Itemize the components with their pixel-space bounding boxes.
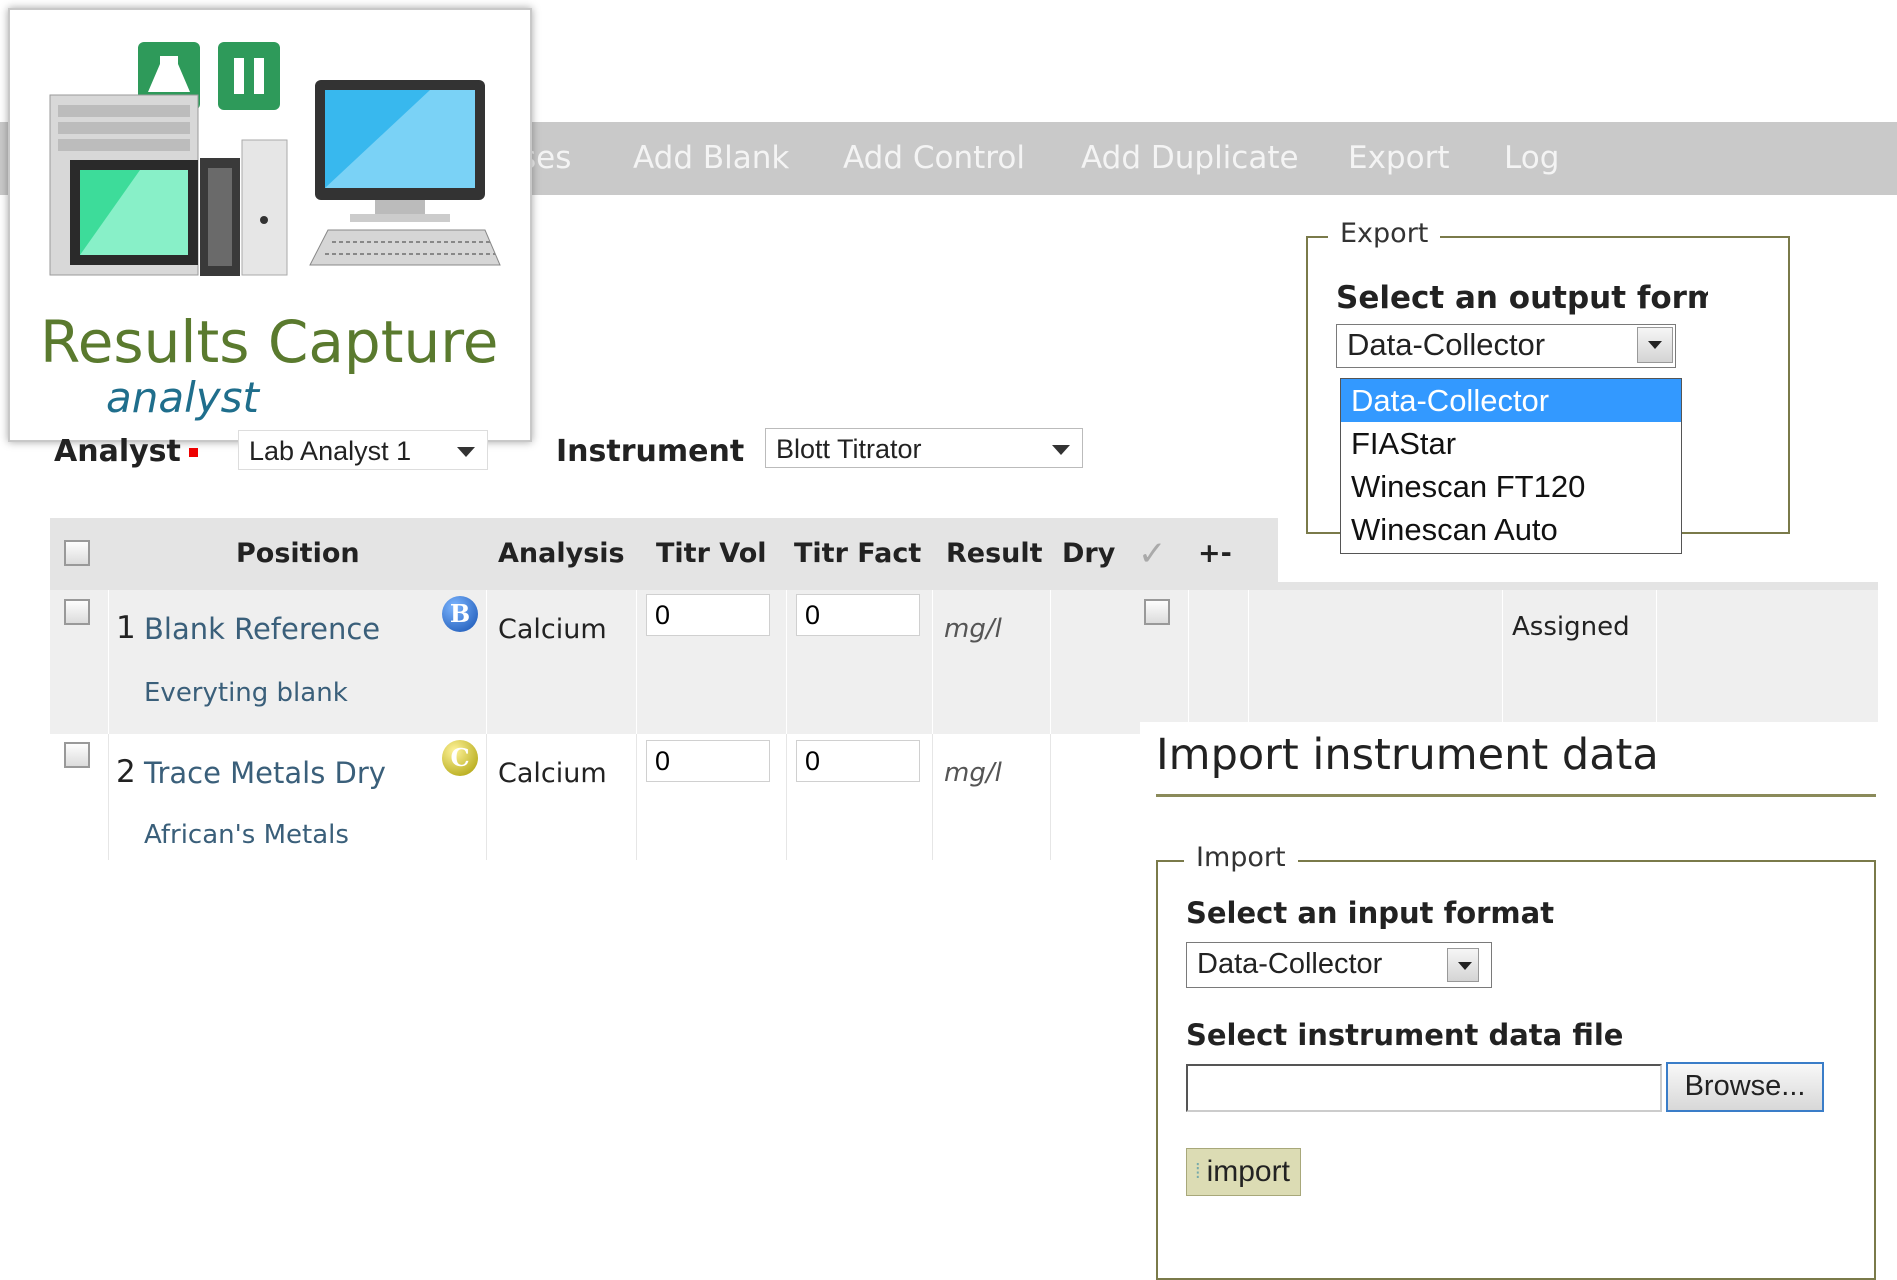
output-format-select[interactable]: Data-Collector: [1336, 324, 1676, 368]
instrument-label: Instrument: [556, 434, 745, 469]
option-winescan-auto[interactable]: Winescan Auto: [1341, 508, 1681, 551]
row-position-number: 2: [116, 754, 136, 790]
control-badge-icon: C: [442, 740, 478, 776]
import-button[interactable]: ⁞ import: [1186, 1148, 1301, 1196]
menu-item-add-blank[interactable]: Add Blank: [633, 122, 789, 195]
export-legend: Export: [1328, 218, 1441, 249]
data-file-heading: Select instrument data file: [1186, 1018, 1624, 1052]
header-dry[interactable]: Dry: [1062, 518, 1115, 590]
sample-link[interactable]: Trace Metals Dry: [144, 756, 386, 790]
header-position[interactable]: Position: [236, 518, 360, 590]
header-result[interactable]: Result: [946, 518, 1043, 590]
logo-subtitle: analyst: [106, 373, 259, 422]
menu-item-add-duplicate[interactable]: Add Duplicate: [1081, 122, 1299, 195]
menu-item-add-control[interactable]: Add Control: [843, 122, 1025, 195]
sample-link[interactable]: Blank Reference: [144, 612, 380, 646]
result-unit: mg/l: [944, 758, 1002, 788]
dry-checkbox[interactable]: [1144, 599, 1170, 625]
grip-icon: ⁞: [1195, 1161, 1201, 1183]
input-format-heading: Select an input format: [1186, 896, 1555, 930]
dropdown-arrow-icon[interactable]: [1637, 327, 1673, 363]
required-marker-icon: [188, 448, 198, 457]
title-divider: [1156, 794, 1876, 797]
header-titr-vol[interactable]: Titr Vol: [656, 518, 767, 590]
analyst-label: Analyst: [54, 434, 198, 469]
checkmark-icon: ✓: [1138, 534, 1167, 574]
table-row: 1 Blank Reference B Everyting blank Calc…: [50, 590, 1878, 734]
row-checkbox[interactable]: [64, 599, 90, 625]
row-checkbox[interactable]: [64, 742, 90, 768]
data-file-input[interactable]: [1186, 1064, 1662, 1112]
titr-fact-input[interactable]: [796, 594, 920, 636]
header-plus-minus: +-: [1198, 538, 1232, 569]
header-analysis[interactable]: Analysis: [498, 518, 625, 590]
instrument-select[interactable]: Blott Titrator: [765, 428, 1083, 468]
sample-description: Everyting blank: [144, 678, 348, 708]
import-legend: Import: [1184, 842, 1298, 873]
titr-vol-input[interactable]: [646, 740, 770, 782]
import-fieldset: Import Select an input format Data-Colle…: [1156, 842, 1876, 1280]
titr-vol-input[interactable]: [646, 594, 770, 636]
output-format-heading: Select an output format: [1336, 280, 1708, 316]
result-unit: mg/l: [944, 614, 1002, 644]
analysis-name: Calcium: [498, 614, 607, 645]
option-winescan-ft120[interactable]: Winescan FT120: [1341, 465, 1681, 508]
import-panel: Import instrument data Import Select an …: [1140, 722, 1897, 1280]
option-fiastar[interactable]: FIAStar: [1341, 422, 1681, 465]
menu-item-export[interactable]: Export: [1348, 122, 1449, 195]
status-text: Assigned: [1512, 612, 1630, 642]
header-titr-fact[interactable]: Titr Fact: [794, 518, 921, 590]
titr-fact-input[interactable]: [796, 740, 920, 782]
row-position-number: 1: [116, 610, 136, 646]
select-all-checkbox[interactable]: [64, 540, 90, 566]
option-data-collector[interactable]: Data-Collector: [1341, 379, 1681, 422]
chevron-down-icon: [1052, 445, 1070, 455]
browse-button[interactable]: Browse...: [1666, 1062, 1824, 1112]
dropdown-arrow-icon[interactable]: [1447, 948, 1479, 982]
import-title: Import instrument data: [1156, 730, 1659, 780]
chevron-down-icon: [457, 447, 475, 457]
analyst-select[interactable]: Lab Analyst 1: [238, 430, 488, 470]
menu-item-log[interactable]: Log: [1504, 122, 1559, 195]
logo-title: Results Capture: [40, 308, 499, 376]
analysis-name: Calcium: [498, 758, 607, 789]
lab-equipment-illustration: [49, 42, 501, 276]
sample-description: African's Metals: [144, 820, 349, 850]
output-format-options: Data-Collector FIAStar Winescan FT120 Wi…: [1340, 378, 1682, 554]
input-format-select[interactable]: Data-Collector: [1186, 942, 1492, 988]
app-logo: Results Capture analyst: [8, 8, 532, 442]
blank-badge-icon: B: [442, 596, 478, 632]
